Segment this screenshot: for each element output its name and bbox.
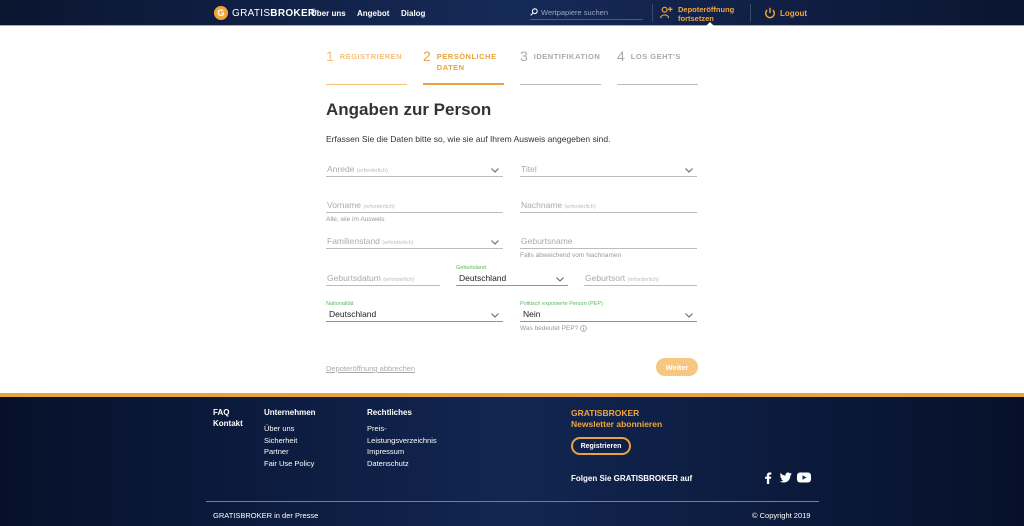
footer-link-partner[interactable]: Partner [264,446,316,458]
facebook-icon[interactable] [764,472,772,484]
search-box [530,5,643,20]
youtube-icon[interactable] [797,472,811,483]
copyright: © Copyright 2019 [752,511,811,520]
step-number: 2 [423,48,431,64]
add-user-icon [660,6,673,19]
active-pointer [706,22,714,26]
step-number: 3 [520,48,528,64]
header-divider [750,4,751,22]
footer-kontakt-link[interactable]: Kontakt [213,419,243,428]
footer-link-fair-use[interactable]: Fair Use Policy [264,458,316,470]
continue-line1: Depoteröffnung [678,5,735,14]
search-icon [530,8,538,16]
twitter-icon[interactable] [780,472,792,483]
header-divider [652,4,653,22]
geburtsort-field[interactable]: Geburtsort (erforderlich) [584,273,697,286]
footer-divider [206,501,819,502]
vorname-field[interactable]: Vorname (erforderlich) [326,200,503,213]
step-label: REGISTRIEREN [339,52,403,61]
page-title: Angaben zur Person [326,100,492,119]
intro-text: Erfassen Sie die Daten bitte so, wie sie… [326,134,611,144]
top-header: G GRATISBROKER Über uns Angebot Dialog D… [0,0,1024,26]
footer-link-leistungsverzeichnis[interactable]: Leistungsverzeichnis [367,435,437,447]
footer-link-datenschutz[interactable]: Datenschutz [367,458,437,470]
footer-link-impressum[interactable]: Impressum [367,446,437,458]
chevron-down-icon [685,313,693,318]
step-persoenliche-daten[interactable]: 2 PERSÖNLICHE DATEN [423,48,504,85]
step-los-gehts[interactable]: 4 LOS GEHT'S [617,48,698,85]
nav-dialog[interactable]: Dialog [401,9,425,18]
footer-faq-link[interactable]: FAQ [213,408,243,417]
chevron-down-icon [556,277,564,282]
info-icon [580,325,588,332]
search-input[interactable] [541,7,641,17]
logo-text-bold: BROKER [270,7,316,19]
nav-ueber-uns[interactable]: Über uns [311,9,346,18]
chevron-down-icon [491,240,499,245]
titel-select[interactable]: Titel [520,164,697,177]
nationalitaet-label: Nationalität [326,301,354,307]
newsletter-register-button[interactable]: Registrieren [571,437,631,455]
footer-rechtliches-heading: Rechtliches [367,408,412,417]
familienstand-select[interactable]: Familienstand (erforderlich) [326,236,503,249]
site-footer: FAQ Kontakt Unternehmen Über uns Sicherh… [0,393,1024,526]
footer-press-link[interactable]: GRATISBROKER in der Presse [213,511,318,520]
pep-help-text: Was bedeutet PEP? [520,325,579,332]
follow-text: Folgen Sie GRATISBROKER auf [571,474,693,483]
logo-text-light: GRATIS [232,7,271,19]
pep-label: Politisch exponierte Person (PEP) [520,301,603,307]
pep-select[interactable]: Nein [520,309,697,322]
chevron-down-icon [491,168,499,173]
footer-quicklinks: FAQ Kontakt [213,408,243,434]
footer-link-ueber-uns[interactable]: Über uns [264,423,316,435]
cancel-account-opening-link[interactable]: Depoteröffnung abbrechen [326,364,415,373]
step-label: IDENTIFIKATION [533,52,601,61]
geburtsdatum-field[interactable]: Geburtsdatum (erforderlich) [326,273,440,286]
geburtsland-select[interactable]: Deutschland [456,273,568,286]
chevron-down-icon [491,313,499,318]
logout-label: Logout [780,8,808,18]
chevron-down-icon [685,168,693,173]
anrede-select[interactable]: Anrede (erforderlich) [326,164,503,177]
nachname-field[interactable]: Nachname (erforderlich) [520,200,697,213]
footer-link-preis[interactable]: Preis- [367,423,437,435]
geburtsland-label: Geburtsland [456,265,486,271]
nav-angebot[interactable]: Angebot [357,9,389,18]
footer-rechtliches-column: Rechtliches Preis- Leistungsverzeichnis … [367,408,437,469]
brand-logo[interactable]: G GRATIS BROKER [214,6,315,20]
step-number: 1 [326,48,334,64]
geburtsname-hint: Falls abweichend vom Nachnamen [520,252,622,259]
logo-icon: G [214,6,228,20]
footer-link-sicherheit[interactable]: Sicherheit [264,435,316,447]
footer-unternehmen-heading: Unternehmen [264,408,316,417]
vorname-hint: Alle, wie im Ausweis [326,216,385,223]
nationalitaet-select[interactable]: Deutschland [326,309,503,322]
step-number: 4 [617,48,625,64]
step-label: LOS GEHT'S [630,52,681,61]
geburtsname-field[interactable]: Geburtsname [520,236,697,249]
step-label: PERSÖNLICHE DATEN [436,52,497,72]
newsletter-heading: GRATISBROKER Newsletter abonnieren [571,408,663,429]
pep-help-link[interactable]: Was bedeutet PEP? [520,325,588,332]
step-identifikation[interactable]: 3 IDENTIFIKATION [520,48,601,85]
continue-account-opening-link[interactable]: Depoteröffnung fortsetzen [660,5,734,23]
next-button[interactable]: Weiter [656,358,698,376]
step-registrieren[interactable]: 1 REGISTRIEREN [326,48,407,85]
logout-button[interactable]: Logout [764,7,807,19]
footer-unternehmen-column: Unternehmen Über uns Sicherheit Partner … [264,408,316,469]
power-icon [765,7,775,19]
